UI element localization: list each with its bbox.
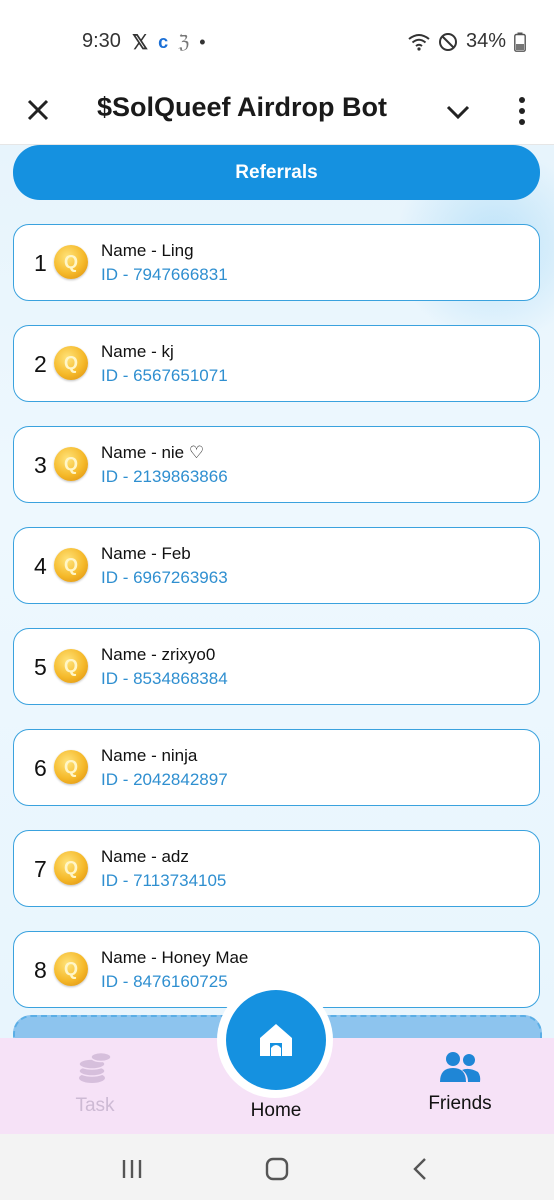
app-title: $SolQueef Airdrop Bot [97, 92, 388, 122]
notification-icons: 𝕏 c ℨ • [132, 30, 206, 55]
nav-task-label: Task [75, 1095, 115, 1116]
referral-id: ID - 8476160725 [101, 972, 228, 991]
referral-rank: 5 [34, 654, 47, 680]
friends-icon [440, 1052, 481, 1082]
referral-id: ID - 7947666831 [101, 265, 228, 284]
referral-card: 5 Q Name - zrixyo0 ID - 8534868384 [13, 628, 540, 705]
referrals-page: Referrals 1 Q Name - Ling ID - 794766683… [0, 145, 554, 1038]
referral-card: 3 Q Name - nie ♡ ID - 2139863866 [13, 426, 540, 503]
battery-percent: 34% [465, 30, 506, 52]
referral-card: 4 Q Name - Feb ID - 6967263963 [13, 527, 540, 604]
referral-id: ID - 2042842897 [101, 770, 228, 789]
referral-name: Name - Honey Mae [101, 948, 249, 967]
app-header: $SolQueef Airdrop Bot [0, 84, 554, 145]
app-3-icon: ℨ [178, 32, 190, 52]
status-time: 9:30 [82, 30, 121, 52]
referral-card: 1 Q Name - Ling ID - 7947666831 [13, 224, 540, 301]
coin-icon: Q [54, 750, 88, 784]
home-icon [260, 1024, 292, 1057]
referral-name: Name - adz [101, 847, 189, 866]
nav-friends-label: Friends [428, 1093, 492, 1114]
do-not-disturb-icon [438, 32, 457, 51]
app-c-icon: c [158, 32, 169, 52]
referrals-button[interactable]: Referrals [13, 145, 540, 200]
coin-icon: Q [54, 851, 88, 885]
more-vertical-icon[interactable] [510, 94, 534, 128]
nav-home-label: Home [250, 1100, 302, 1121]
referral-id: ID - 6567651071 [101, 366, 228, 385]
chevron-down-icon[interactable] [442, 96, 474, 128]
referral-name: Name - Ling [101, 241, 194, 260]
coin-icon: Q [54, 649, 88, 683]
referral-card: 7 Q Name - adz ID - 7113734105 [13, 830, 540, 907]
coins-stack-icon [78, 1051, 112, 1083]
coin-icon: Q [54, 346, 88, 380]
close-icon[interactable] [22, 94, 54, 126]
referral-name: Name - ninja [101, 746, 198, 765]
back-icon[interactable] [406, 1154, 436, 1184]
nav-task[interactable]: Task [60, 1048, 130, 1117]
referral-id: ID - 2139863866 [101, 467, 228, 486]
referral-card: 6 Q Name - ninja ID - 2042842897 [13, 729, 540, 806]
referral-rank: 2 [34, 351, 47, 377]
referral-id: ID - 7113734105 [101, 871, 227, 890]
system-nav-bar [0, 1134, 554, 1200]
referral-rank: 4 [34, 553, 47, 579]
referral-rank: 7 [34, 856, 47, 882]
coin-icon: Q [54, 952, 88, 986]
wifi-icon [408, 33, 430, 51]
referral-rank: 6 [34, 755, 47, 781]
referral-card: 2 Q Name - kj ID - 6567651071 [13, 325, 540, 402]
referral-rank: 3 [34, 452, 47, 478]
referral-name: Name - kj [101, 342, 174, 361]
referral-name: Name - nie ♡ [101, 443, 205, 462]
referral-id: ID - 6967263963 [101, 568, 228, 587]
nav-friends[interactable]: Friends [420, 1050, 500, 1115]
referral-rank: 1 [34, 250, 47, 276]
coin-icon: Q [54, 447, 88, 481]
home-system-icon[interactable] [262, 1154, 292, 1184]
coin-icon: Q [54, 548, 88, 582]
referral-rank: 8 [34, 957, 47, 983]
referral-id: ID - 8534868384 [101, 669, 228, 688]
referral-name: Name - Feb [101, 544, 191, 563]
referral-list: 1 Q Name - Ling ID - 7947666831 2 Q Name… [13, 224, 540, 1032]
referral-name: Name - zrixyo0 [101, 645, 216, 664]
recent-apps-icon[interactable] [117, 1154, 147, 1184]
x-logo-icon: 𝕏 [132, 32, 149, 54]
battery-icon [514, 32, 526, 52]
status-bar: 9:30 𝕏 c ℨ • 34% [0, 0, 554, 84]
status-right: 34% [408, 30, 526, 53]
coin-icon: Q [54, 245, 88, 279]
dot-icon: • [199, 32, 206, 52]
home-button[interactable] [226, 990, 326, 1090]
